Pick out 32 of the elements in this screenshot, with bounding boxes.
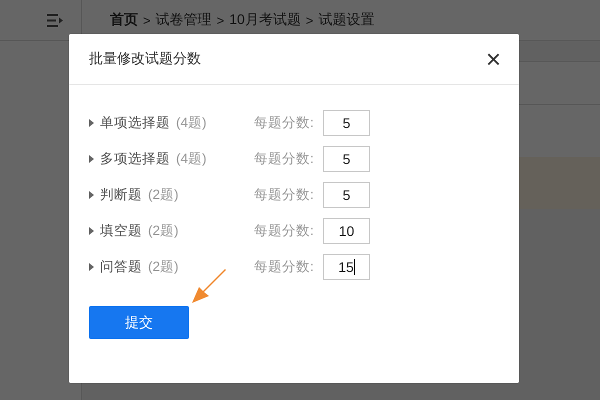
- score-label: 每题分数:: [254, 222, 315, 240]
- score-field[interactable]: 5: [323, 146, 370, 172]
- score-label: 每题分数:: [254, 114, 315, 132]
- breadcrumb-separator: >: [216, 12, 224, 28]
- expand-icon[interactable]: [89, 118, 94, 126]
- question-count: (2题): [148, 258, 178, 276]
- close-button[interactable]: ×: [486, 46, 501, 72]
- score-field[interactable]: 5: [323, 110, 370, 136]
- score-label: 每题分数:: [254, 150, 315, 168]
- question-type: 多项选择题: [100, 150, 170, 168]
- question-type: 填空题: [100, 222, 142, 240]
- expand-icon[interactable]: [89, 154, 94, 162]
- breadcrumb-separator: >: [143, 12, 151, 28]
- score-field[interactable]: 10: [323, 218, 370, 244]
- question-type: 判断题: [100, 186, 142, 204]
- question-count: (2题): [148, 222, 178, 240]
- score-label: 每题分数:: [254, 258, 315, 276]
- breadcrumb-separator: >: [306, 12, 314, 28]
- score-field[interactable]: 5: [323, 182, 370, 208]
- submit-button[interactable]: 提交: [89, 306, 189, 339]
- score-field[interactable]: 15: [323, 254, 370, 280]
- dialog-title: 批量修改试题分数: [89, 50, 201, 68]
- question-count: (4题): [176, 114, 206, 132]
- question-count: (4题): [176, 150, 206, 168]
- expand-icon[interactable]: [89, 262, 94, 270]
- expand-icon[interactable]: [89, 226, 94, 234]
- question-count: (2题): [148, 186, 178, 204]
- expand-icon[interactable]: [89, 190, 94, 198]
- score-label: 每题分数:: [254, 186, 315, 204]
- question-type: 问答题: [100, 258, 142, 276]
- menu-collapse-icon[interactable]: [47, 14, 63, 26]
- question-type: 单项选择题: [100, 114, 170, 132]
